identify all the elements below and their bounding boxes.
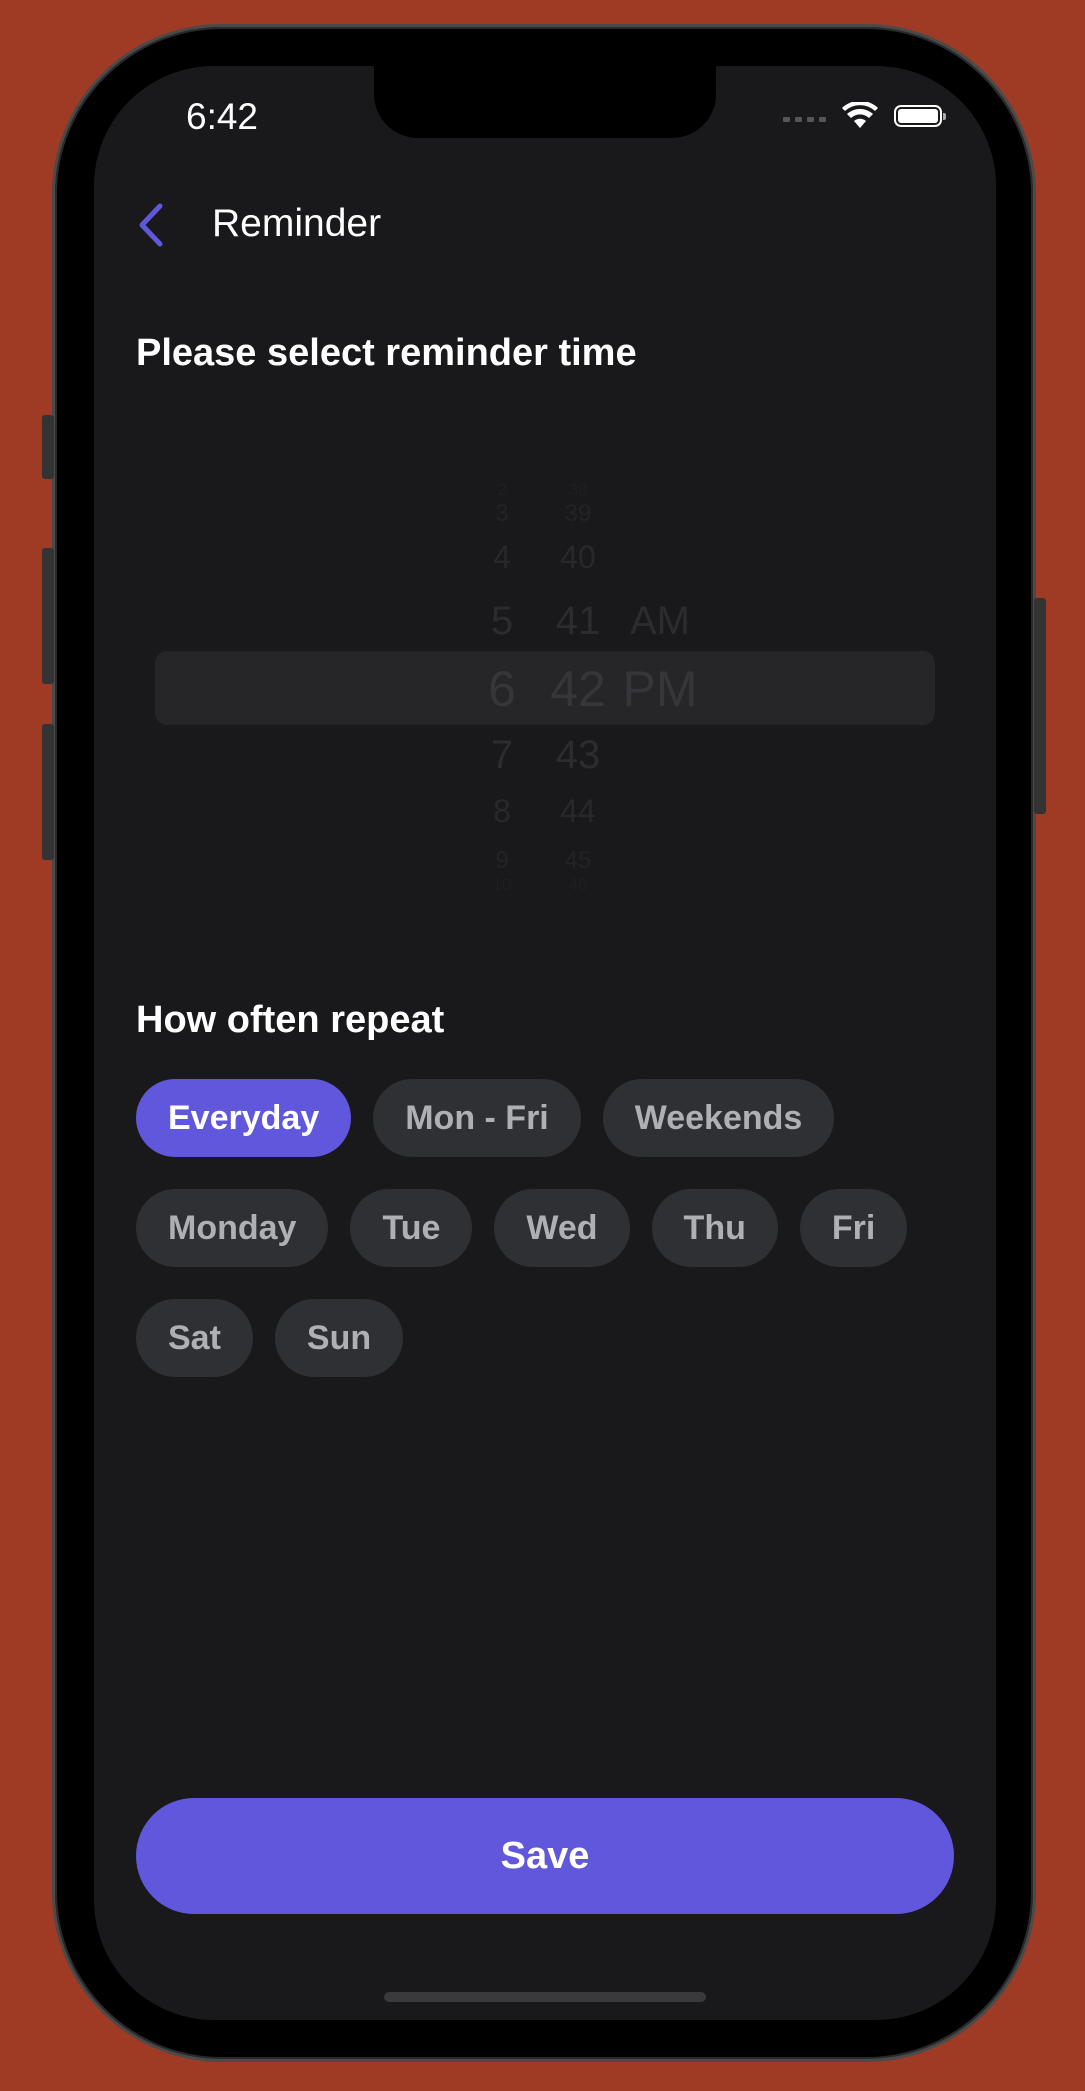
volume-down-button (42, 724, 54, 860)
period-option[interactable]: AM (610, 599, 710, 644)
reminder-time-heading: Please select reminder time (136, 332, 637, 374)
minute-option[interactable]: 45 (541, 847, 615, 875)
minute-option[interactable]: 38 (541, 480, 615, 500)
minute-option[interactable]: 39 (541, 500, 615, 528)
hour-option[interactable]: 10 (470, 875, 534, 895)
repeat-option-fri[interactable]: Fri (799, 1189, 908, 1267)
minute-option[interactable]: 41 (541, 599, 615, 644)
period-option[interactable]: PM (610, 660, 710, 718)
repeat-option-monday[interactable]: Monday (136, 1189, 329, 1267)
app-screen: 6:42 Reminder Please select reminder tim… (94, 66, 996, 2020)
repeat-option-thu[interactable]: Thu (651, 1189, 778, 1267)
home-indicator (384, 1992, 706, 2002)
repeat-option-tue[interactable]: Tue (350, 1189, 473, 1267)
repeat-options: Everyday Mon - Fri Weekends Monday Tue W… (136, 1079, 956, 1409)
repeat-option-sat[interactable]: Sat (136, 1299, 253, 1377)
period-wheel[interactable]: AM PM (610, 474, 710, 904)
back-button[interactable] (130, 200, 170, 250)
hour-option[interactable]: 4 (470, 539, 534, 576)
volume-up-button (42, 548, 54, 684)
wifi-icon (842, 102, 878, 128)
repeat-row: Monday Tue Wed Thu Fri (136, 1189, 956, 1267)
minute-wheel[interactable]: 38 39 40 41 42 43 44 45 46 (541, 474, 615, 904)
status-icons (783, 102, 946, 130)
minute-option[interactable]: 46 (541, 875, 615, 895)
minute-option[interactable]: 44 (541, 793, 615, 830)
hour-option[interactable]: 3 (470, 500, 534, 528)
repeat-option-sun[interactable]: Sun (274, 1299, 404, 1377)
status-time: 6:42 (186, 96, 259, 137)
power-button (1034, 598, 1046, 814)
repeat-option-wed[interactable]: Wed (494, 1189, 630, 1267)
repeat-option-mon-fri[interactable]: Mon - Fri (373, 1079, 581, 1157)
repeat-option-everyday[interactable]: Everyday (136, 1079, 352, 1157)
minute-option[interactable]: 40 (541, 539, 615, 576)
battery-icon (894, 105, 946, 127)
page-title: Reminder (212, 202, 382, 245)
repeat-row: Everyday Mon - Fri Weekends (136, 1079, 956, 1157)
hour-option[interactable]: 8 (470, 793, 534, 830)
signal-icon (783, 110, 826, 122)
hour-option[interactable]: 5 (470, 599, 534, 644)
repeat-row: Sat Sun (136, 1299, 956, 1377)
chevron-left-icon (139, 203, 163, 247)
repeat-option-weekends[interactable]: Weekends (602, 1079, 835, 1157)
hour-wheel[interactable]: 2 3 4 5 6 7 8 9 10 (470, 474, 534, 904)
hour-option[interactable]: 2 (470, 480, 534, 500)
minute-option[interactable]: 43 (541, 733, 615, 778)
mute-switch (42, 415, 54, 479)
hour-option[interactable]: 7 (470, 733, 534, 778)
notch (374, 66, 716, 138)
save-button[interactable]: Save (136, 1798, 954, 1914)
hour-option[interactable]: 9 (470, 847, 534, 875)
hour-option[interactable]: 6 (470, 660, 534, 718)
minute-option[interactable]: 42 (541, 660, 615, 718)
repeat-heading: How often repeat (136, 999, 445, 1041)
